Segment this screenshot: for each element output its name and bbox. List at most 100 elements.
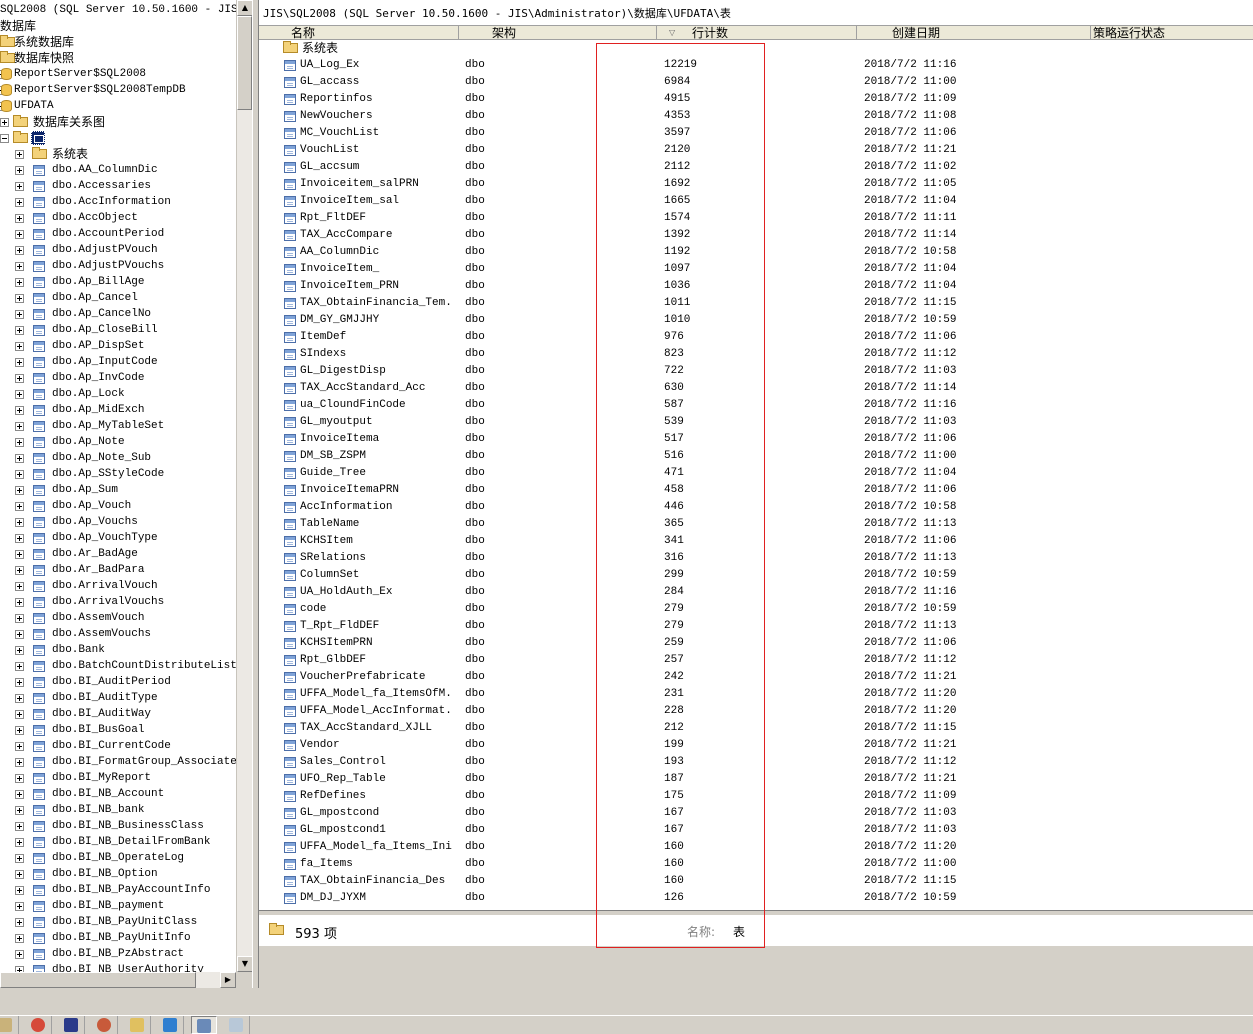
table-row[interactable]: TAX_AccStandard_XJLL dbo 212 2018/7/2 11:15 [259, 720, 1253, 737]
table-row[interactable]: UFFA_Model_fa_Items_Init dbo 160 2018/7/2 1… [259, 839, 1253, 856]
table-row[interactable]: DM_GY_GMJJHY dbo 1010 2018/7/2 10:59 [259, 312, 1253, 329]
expand-icon[interactable] [15, 694, 24, 703]
expand-icon[interactable] [15, 758, 24, 767]
table-row[interactable]: Reportinfos dbo 4915 2018/7/2 11:09 [259, 91, 1253, 108]
expand-icon[interactable] [15, 246, 24, 255]
expand-icon[interactable] [15, 470, 24, 479]
expand-icon[interactable] [15, 646, 24, 655]
table-row[interactable]: code dbo 279 2018/7/2 10:59 [259, 601, 1253, 618]
column-header-created[interactable]: 创建日期 [857, 26, 1091, 40]
table-row[interactable]: AccInformation dbo 446 2018/7/2 10:58 [259, 499, 1253, 516]
table-row[interactable]: GL_DigestDisp dbo 722 2018/7/2 11:03 [259, 363, 1253, 380]
expand-icon[interactable] [15, 630, 24, 639]
expand-icon[interactable] [15, 726, 24, 735]
table-row[interactable]: GL_myoutput dbo 539 2018/7/2 11:03 [259, 414, 1253, 431]
taskbar-button-sql-management[interactable] [191, 1016, 217, 1034]
table-row[interactable]: InvoiceItem_ dbo 1097 2018/7/2 11:04 [259, 261, 1253, 278]
expand-icon[interactable] [15, 822, 24, 831]
table-row[interactable]: KCHSItem dbo 341 2018/7/2 11:06 [259, 533, 1253, 550]
column-header-name[interactable]: 名称 [259, 26, 459, 40]
table-row[interactable]: KCHSItemPRN dbo 259 2018/7/2 11:06 [259, 635, 1253, 652]
table-row[interactable]: AA_ColumnDic dbo 1192 2018/7/2 10:58 [259, 244, 1253, 261]
tree-horizontal-scroll-thumb[interactable] [0, 972, 196, 988]
table-row[interactable]: TAX_ObtainFinancia_Tem... dbo 1011 2018/7/2… [259, 295, 1253, 312]
expand-icon[interactable] [15, 390, 24, 399]
expand-icon[interactable] [15, 886, 24, 895]
expand-icon[interactable] [15, 214, 24, 223]
taskbar-button-ie[interactable] [158, 1016, 184, 1034]
expand-icon[interactable] [15, 438, 24, 447]
table-row[interactable]: Rpt_GlbDEF dbo 257 2018/7/2 11:12 [259, 652, 1253, 669]
expand-icon[interactable] [15, 918, 24, 927]
taskbar-button-chrome[interactable] [26, 1016, 52, 1034]
table-row[interactable]: GL_mpostcond dbo 167 2018/7/2 11:03 [259, 805, 1253, 822]
expand-icon[interactable] [15, 902, 24, 911]
table-row[interactable]: fa_Items dbo 160 2018/7/2 11:00 [259, 856, 1253, 873]
table-row[interactable]: TAX_AccCompare dbo 1392 2018/7/2 11:14 [259, 227, 1253, 244]
tree-vertical-scroll-thumb[interactable] [237, 16, 252, 110]
table-row[interactable]: ColumnSet dbo 299 2018/7/2 10:59 [259, 567, 1253, 584]
column-header-policy[interactable]: 策略运行状态 [1091, 26, 1253, 40]
taskbar-button-window-app[interactable] [125, 1016, 151, 1034]
expand-icon[interactable] [15, 790, 24, 799]
expand-icon[interactable] [15, 870, 24, 879]
scroll-down-icon[interactable]: ▼ [237, 956, 252, 972]
expand-icon[interactable] [15, 838, 24, 847]
table-row[interactable]: GL_mpostcond1 dbo 167 2018/7/2 11:03 [259, 822, 1253, 839]
expand-icon[interactable] [15, 166, 24, 175]
expand-icon[interactable] [15, 566, 24, 575]
expand-icon[interactable] [15, 198, 24, 207]
table-row[interactable]: DM_DJ_JYXM dbo 126 2018/7/2 10:59 [259, 890, 1253, 907]
expand-icon[interactable] [15, 774, 24, 783]
scroll-right-icon[interactable]: ▶ [220, 972, 236, 988]
expand-icon[interactable] [15, 678, 24, 687]
table-row[interactable]: TableName dbo 365 2018/7/2 11:13 [259, 516, 1253, 533]
table-row[interactable]: Guide_Tree dbo 471 2018/7/2 11:04 [259, 465, 1253, 482]
expand-icon[interactable] [15, 598, 24, 607]
expand-icon[interactable] [15, 502, 24, 511]
table-row[interactable]: T_Rpt_FldDEF dbo 279 2018/7/2 11:13 [259, 618, 1253, 635]
expand-icon[interactable] [15, 406, 24, 415]
expand-icon[interactable] [15, 230, 24, 239]
expand-icon[interactable] [15, 374, 24, 383]
expand-icon[interactable] [15, 182, 24, 191]
system-tables-folder-row[interactable]: 系统表 [259, 40, 1253, 57]
table-row[interactable]: InvoiceItemaPRN dbo 458 2018/7/2 11:06 [259, 482, 1253, 499]
expand-icon[interactable] [15, 278, 24, 287]
expand-icon[interactable] [15, 486, 24, 495]
table-row[interactable]: GL_accsum dbo 2112 2018/7/2 11:02 [259, 159, 1253, 176]
collapse-icon[interactable] [0, 134, 9, 143]
expand-icon[interactable] [15, 742, 24, 751]
expand-icon[interactable] [15, 550, 24, 559]
expand-icon[interactable] [0, 118, 9, 127]
table-row[interactable]: UFFA_Model_AccInformat... dbo 228 2018/7/2 … [259, 703, 1253, 720]
expand-icon[interactable] [15, 358, 24, 367]
table-row[interactable]: InvoiceItema dbo 517 2018/7/2 11:06 [259, 431, 1253, 448]
details-grid[interactable]: 系统表 UA_Log_Ex dbo 12219 2018/7/2 11:16 GL_ac… [259, 40, 1253, 910]
expand-icon[interactable] [15, 422, 24, 431]
table-row[interactable]: UFO_Rep_Table dbo 187 2018/7/2 11:21 [259, 771, 1253, 788]
table-row[interactable]: SIndexs dbo 823 2018/7/2 11:12 [259, 346, 1253, 363]
expand-icon[interactable] [15, 518, 24, 527]
tree-vertical-scrollbar[interactable]: ▲ ▼ [236, 0, 252, 972]
table-row[interactable]: NewVouchers dbo 4353 2018/7/2 11:08 [259, 108, 1253, 125]
expand-icon[interactable] [15, 582, 24, 591]
table-row[interactable]: VoucherPrefabricate dbo 242 2018/7/2 11:21 [259, 669, 1253, 686]
expand-icon[interactable] [15, 614, 24, 623]
tree-horizontal-scrollbar[interactable]: ▶ [0, 972, 236, 988]
expand-icon[interactable] [15, 662, 24, 671]
table-row[interactable]: TAX_ObtainFinancia_Des dbo 160 2018/7/2 11:… [259, 873, 1253, 890]
selected-tables-node[interactable] [31, 131, 45, 145]
taskbar-button-explorer[interactable] [0, 1016, 19, 1034]
table-row[interactable]: MC_VouchList dbo 3597 2018/7/2 11:06 [259, 125, 1253, 142]
table-row[interactable]: SRelations dbo 316 2018/7/2 11:13 [259, 550, 1253, 567]
expand-icon[interactable] [15, 310, 24, 319]
object-explorer-tree[interactable]: SQL2008 (SQL Server 10.50.1600 - JIS\Adm… [0, 0, 252, 988]
table-row[interactable]: DM_SB_ZSPM dbo 516 2018/7/2 11:00 [259, 448, 1253, 465]
table-row[interactable]: UA_Log_Ex dbo 12219 2018/7/2 11:16 [259, 57, 1253, 74]
expand-icon[interactable] [15, 262, 24, 271]
expand-icon[interactable] [15, 326, 24, 335]
expand-icon[interactable] [15, 854, 24, 863]
table-row[interactable]: Rpt_FltDEF dbo 1574 2018/7/2 11:11 [259, 210, 1253, 227]
table-row[interactable]: Invoiceitem_salPRN dbo 1692 2018/7/2 11:05 [259, 176, 1253, 193]
